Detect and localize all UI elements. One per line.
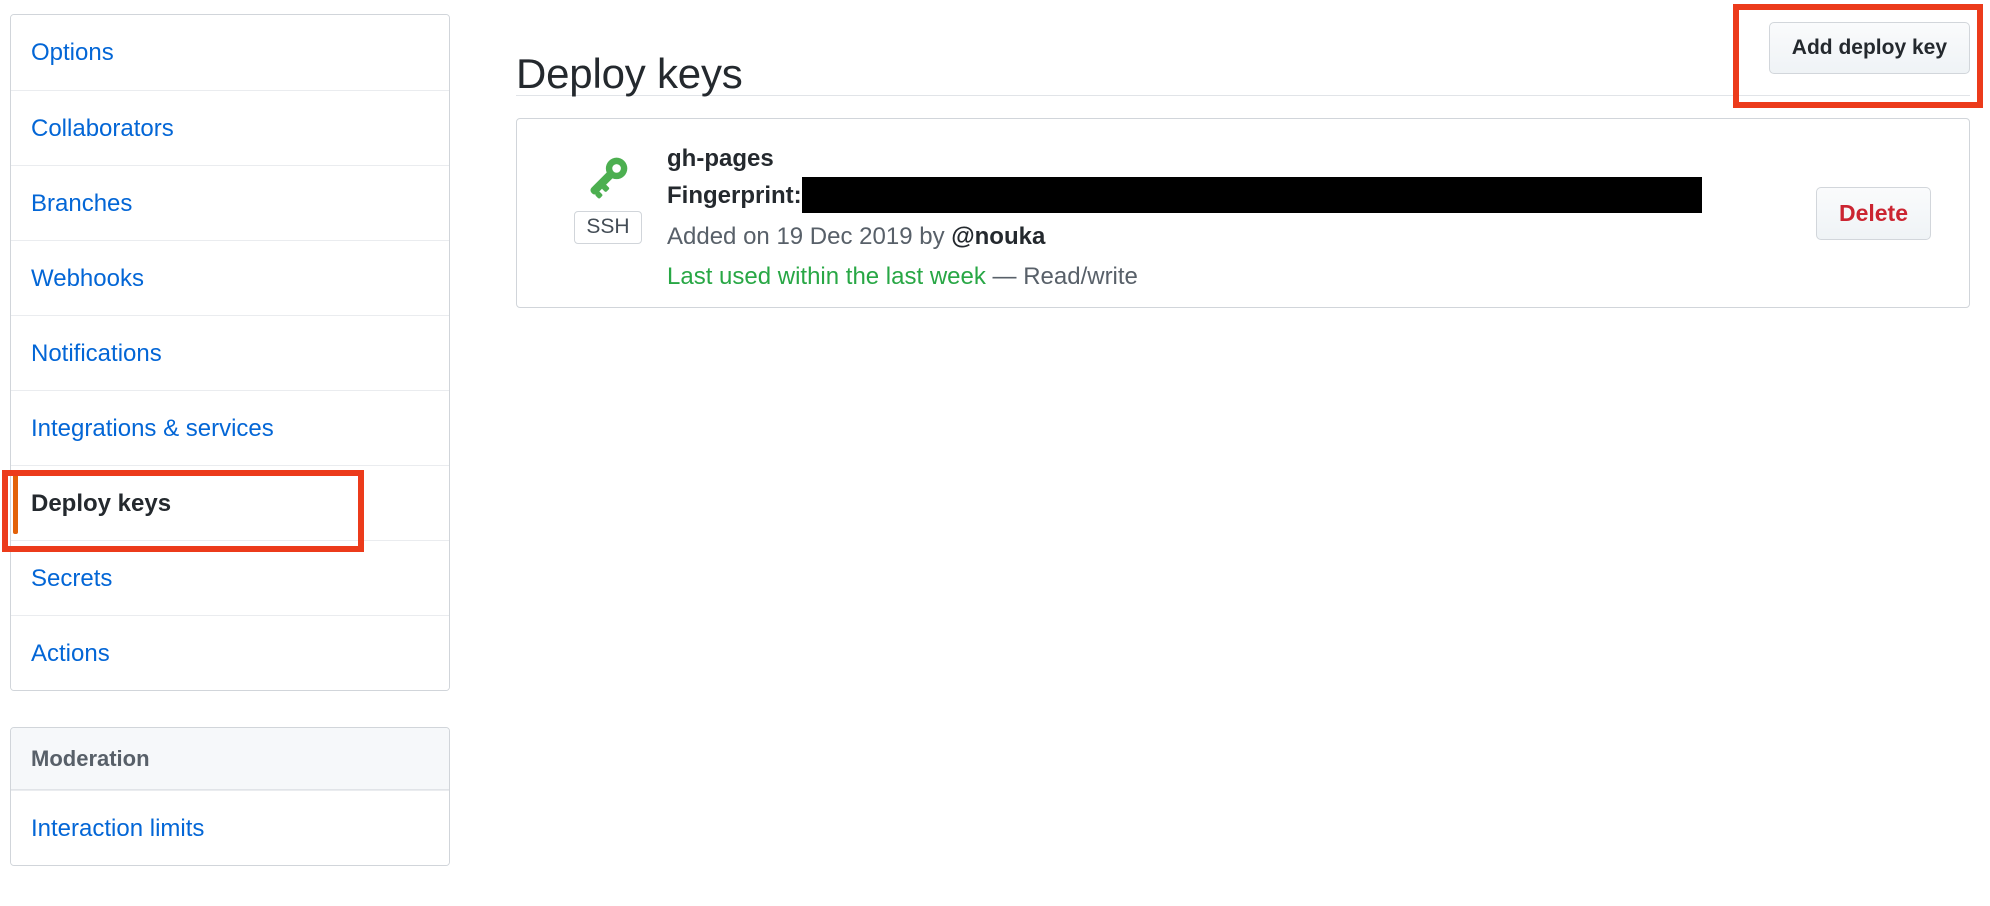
added-by-user-link[interactable]: @nouka — [951, 223, 1045, 250]
moderation-heading: Moderation — [11, 728, 449, 790]
added-prefix: Added on — [667, 223, 777, 251]
sidebar-item-branches[interactable]: Branches — [11, 165, 449, 240]
key-icon — [590, 157, 628, 199]
sidebar-item-webhooks[interactable]: Webhooks — [11, 240, 449, 315]
page-header: Deploy keys Add deploy key — [516, 0, 1970, 98]
page-title: Deploy keys — [516, 50, 743, 98]
sidebar-item-label: Secrets — [31, 565, 113, 592]
deploy-key-row: SSH gh-pages Fingerprint: Added on 19 De… — [516, 118, 1970, 308]
settings-deploy-keys-page: Options Collaborators Branches Webhooks … — [0, 0, 1990, 906]
deploy-key-added-line: Added on 19 Dec 2019 by @nouka — [667, 220, 1719, 255]
sidebar-item-deploy-keys[interactable]: Deploy keys — [11, 465, 449, 540]
add-deploy-key-button[interactable]: Add deploy key — [1768, 22, 1970, 74]
sidebar-item-label: Collaborators — [31, 115, 174, 142]
sidebar-item-notifications[interactable]: Notifications — [11, 315, 449, 390]
sidebar-item-label: Branches — [31, 190, 133, 217]
added-date: 19 Dec 2019 — [776, 223, 913, 251]
last-used-text: Last used within the last week — [667, 263, 986, 291]
permission-text: Read/write — [1023, 263, 1138, 291]
fingerprint-row: Fingerprint: — [667, 177, 1719, 214]
ssh-badge: SSH — [574, 211, 642, 245]
sidebar-item-integrations-services[interactable]: Integrations & services — [11, 390, 449, 465]
sidebar-item-collaborators[interactable]: Collaborators — [11, 90, 449, 165]
sidebar-item-label: Integrations & services — [31, 415, 274, 442]
sidebar-item-label: Options — [31, 39, 114, 66]
separator: — — [985, 263, 1024, 291]
sidebar-item-actions[interactable]: Actions — [11, 615, 449, 690]
sidebar-item-label: Deploy keys — [31, 490, 172, 517]
sidebar-item-label: Webhooks — [31, 265, 144, 292]
sidebar-item-label: Actions — [31, 640, 110, 667]
fingerprint-label: Fingerprint: — [667, 181, 802, 209]
main-content: Deploy keys Add deploy key SSH gh-pages … — [516, 0, 1970, 308]
added-by-prefix: by — [912, 223, 952, 251]
deploy-key-details: gh-pages Fingerprint: Added on 19 Dec 20… — [667, 143, 1719, 295]
fingerprint-redaction-bar — [801, 177, 1702, 214]
deploy-key-lastused-line: Last used within the last week — Read/wr… — [667, 260, 1719, 295]
deploy-key-type: SSH — [569, 149, 647, 245]
sidebar-item-secrets[interactable]: Secrets — [11, 540, 449, 615]
sidebar-item-interaction-limits[interactable]: Interaction limits — [11, 790, 449, 865]
delete-deploy-key-button[interactable]: Delete — [1815, 187, 1931, 240]
sidebar-item-options[interactable]: Options — [11, 15, 449, 90]
deploy-key-name: gh-pages — [667, 145, 774, 172]
sidebar-item-label: Notifications — [31, 340, 162, 367]
sidebar-item-label: Interaction limits — [31, 815, 205, 842]
moderation-menu-card: Moderation Interaction limits — [10, 727, 450, 866]
settings-sidebar: Options Collaborators Branches Webhooks … — [10, 14, 450, 866]
settings-menu-card: Options Collaborators Branches Webhooks … — [10, 14, 450, 691]
